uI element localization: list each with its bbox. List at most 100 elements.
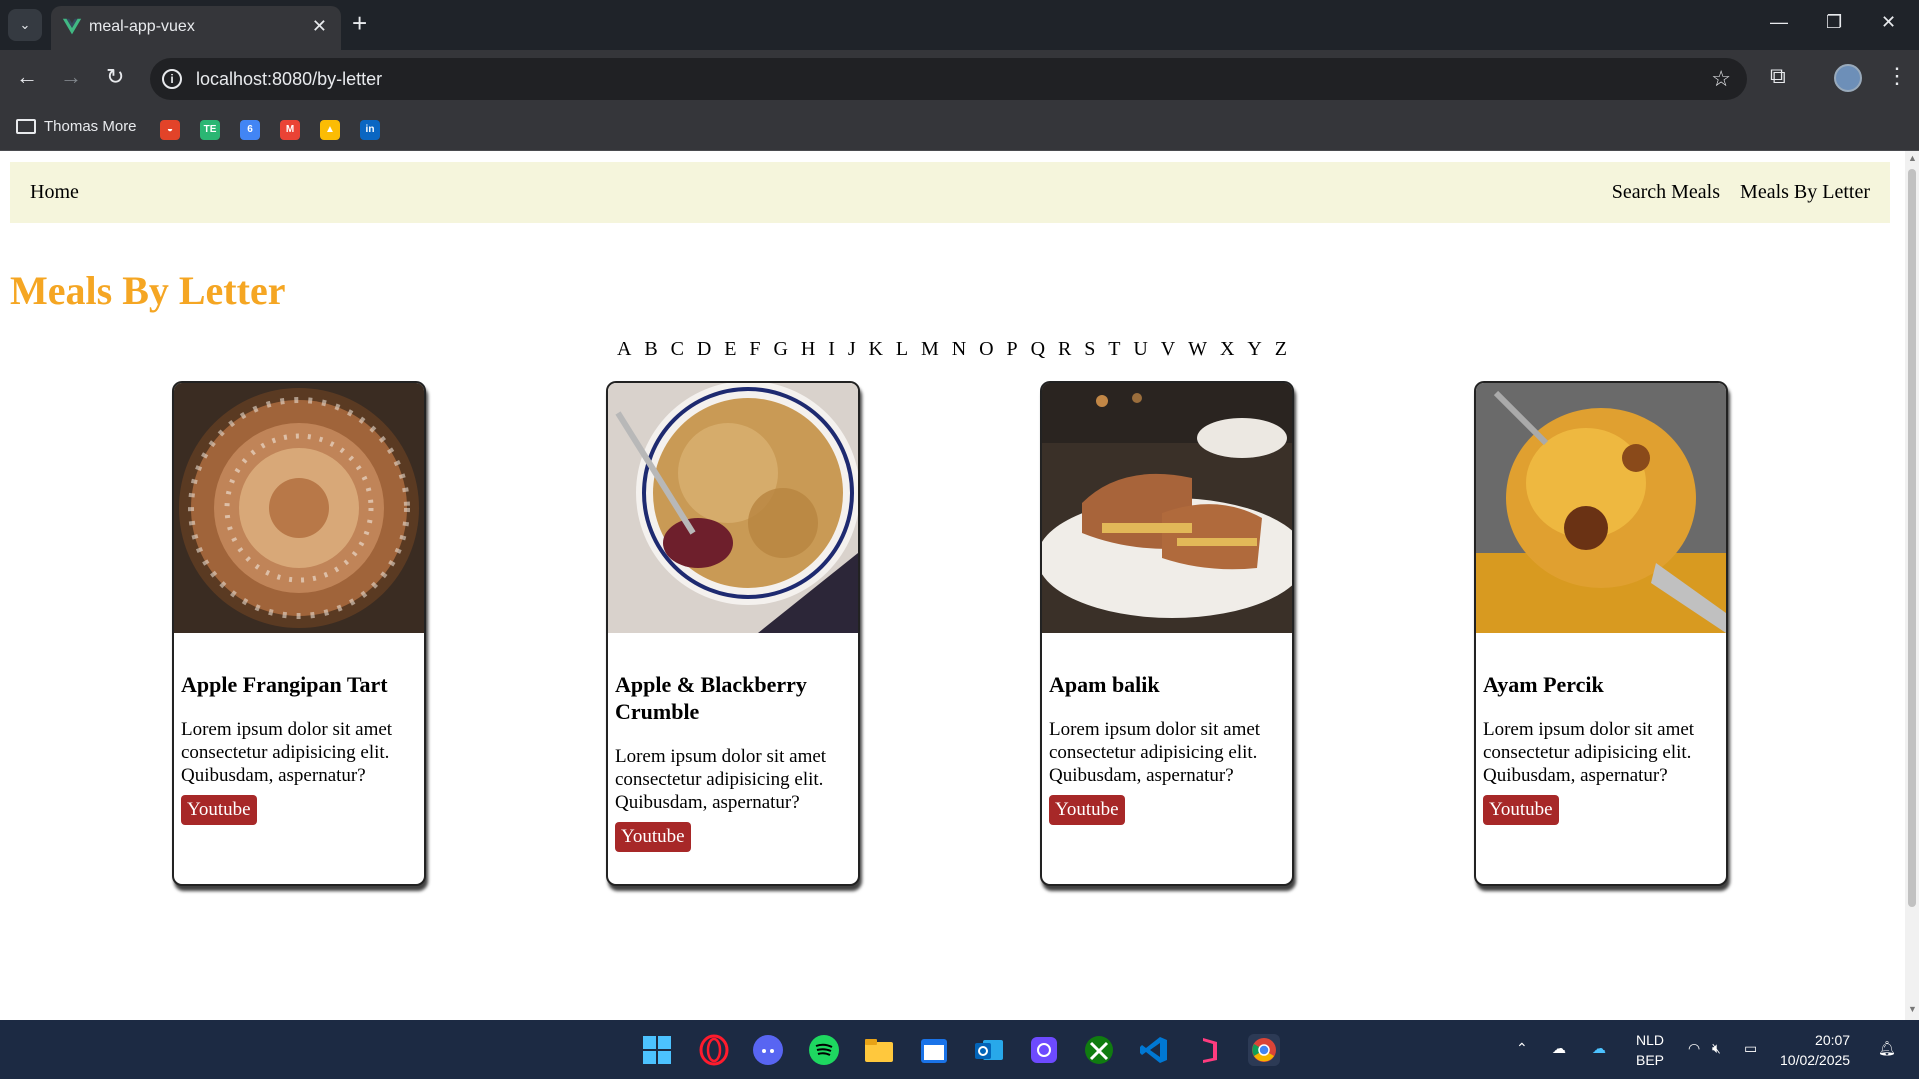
- restore-icon[interactable]: ❐: [1826, 12, 1842, 33]
- letter-link-f[interactable]: F: [749, 338, 760, 361]
- windows-taskbar: ⌃ ☁ ☁ NLD BEP ◠ 🔇︎ ▭ 20:07 10/02/2025 🔔︎: [0, 1020, 1919, 1079]
- tray-expand-chevron-icon[interactable]: ⌃: [1516, 1040, 1528, 1057]
- spotify-icon[interactable]: [808, 1034, 840, 1066]
- meal-thumbnail-image[interactable]: [608, 383, 858, 633]
- letter-link-k[interactable]: K: [869, 338, 883, 361]
- back-arrow-icon[interactable]: ←: [16, 64, 38, 90]
- calendar-bookmark-icon[interactable]: 6: [240, 120, 260, 140]
- meal-card-list: Apple Frangipan Tart Lorem ipsum dolor s…: [0, 381, 1905, 891]
- tab-title: meal-app-vuex: [89, 18, 195, 35]
- new-tab-plus-icon[interactable]: +: [352, 10, 367, 36]
- office-icon[interactable]: [1193, 1034, 1225, 1066]
- notification-bell-icon[interactable]: 🔔︎: [1878, 1040, 1896, 1057]
- tab-close-icon[interactable]: ✕: [312, 16, 327, 37]
- forward-arrow-icon[interactable]: →: [60, 64, 82, 90]
- letter-filter: ABCDEFGHIJKLMNOPQRSTUVWXYZ: [617, 338, 1287, 361]
- letter-link-w[interactable]: W: [1188, 338, 1207, 361]
- xbox-icon[interactable]: [1083, 1034, 1115, 1066]
- letter-link-d[interactable]: D: [697, 338, 711, 361]
- letter-link-m[interactable]: M: [921, 338, 939, 361]
- profile-avatar[interactable]: [1834, 64, 1862, 92]
- bookmark-star-icon[interactable]: ☆: [1711, 66, 1731, 92]
- youtube-button[interactable]: Youtube: [1483, 795, 1559, 825]
- clock-time: 20:07: [1815, 1032, 1851, 1048]
- gitlab-bookmark-icon[interactable]: ◒: [160, 120, 180, 140]
- youtube-button[interactable]: Youtube: [181, 795, 257, 825]
- address-bar[interactable]: i localhost:8080/by-letter ☆: [150, 58, 1747, 100]
- close-window-icon[interactable]: ✕: [1881, 12, 1896, 33]
- letter-link-q[interactable]: Q: [1031, 338, 1045, 361]
- gmail-bookmark-icon[interactable]: M: [280, 120, 300, 140]
- meal-thumbnail-image[interactable]: [174, 383, 424, 633]
- wifi-icon[interactable]: ◠: [1688, 1040, 1700, 1057]
- youtube-button[interactable]: Youtube: [1049, 795, 1125, 825]
- scroll-up-arrow-icon[interactable]: ▲: [1908, 153, 1917, 163]
- letter-link-b[interactable]: B: [644, 338, 657, 361]
- chrome-icon[interactable]: [1248, 1034, 1280, 1066]
- letter-link-u[interactable]: U: [1133, 338, 1147, 361]
- letter-link-c[interactable]: C: [671, 338, 684, 361]
- onedrive-business-icon[interactable]: ☁: [1592, 1040, 1606, 1057]
- meal-description: Lorem ipsum dolor sit amet consectetur a…: [1483, 719, 1695, 786]
- letter-link-a[interactable]: A: [617, 338, 631, 361]
- letter-link-s[interactable]: S: [1084, 338, 1095, 361]
- discord-icon[interactable]: [752, 1034, 784, 1066]
- letter-link-r[interactable]: R: [1058, 338, 1071, 361]
- letter-link-o[interactable]: O: [979, 338, 993, 361]
- meal-card: Apam balik Lorem ipsum dolor sit amet co…: [1040, 381, 1294, 886]
- chrome-menu-icon[interactable]: ⋮: [1886, 63, 1908, 89]
- outlook-icon[interactable]: [973, 1034, 1005, 1066]
- letter-link-v[interactable]: V: [1161, 338, 1175, 361]
- reload-icon[interactable]: ↻: [106, 64, 124, 90]
- browser-tab[interactable]: meal-app-vuex ✕: [51, 6, 341, 50]
- windows-start-icon[interactable]: [641, 1034, 673, 1066]
- keyboard-layout: BEP: [1636, 1052, 1665, 1068]
- meal-name: Ayam Percik: [1483, 672, 1604, 697]
- url-text[interactable]: localhost:8080/by-letter: [196, 69, 382, 90]
- meal-thumbnail-image[interactable]: [1042, 383, 1292, 633]
- te-bookmark-icon[interactable]: TE: [200, 120, 220, 140]
- vscode-icon[interactable]: [1138, 1034, 1170, 1066]
- nav-meals-by-letter-link[interactable]: Meals By Letter: [1740, 181, 1870, 204]
- youtube-button[interactable]: Youtube: [615, 822, 691, 852]
- letter-link-l[interactable]: L: [896, 338, 908, 361]
- meal-card: Ayam Percik Lorem ipsum dolor sit amet c…: [1474, 381, 1728, 886]
- tab-search-chevron-icon[interactable]: ⌄: [8, 9, 42, 41]
- minimize-icon[interactable]: —: [1770, 12, 1788, 33]
- meal-name: Apple & Blackberry Crumble: [615, 672, 807, 724]
- letter-link-i[interactable]: I: [828, 338, 835, 361]
- file-explorer-icon[interactable]: [863, 1034, 895, 1066]
- letter-link-z[interactable]: Z: [1275, 338, 1287, 361]
- letter-link-x[interactable]: X: [1220, 338, 1234, 361]
- onedrive-cloud-icon[interactable]: ☁: [1552, 1040, 1566, 1057]
- drive-bookmark-icon[interactable]: ▲: [320, 120, 340, 140]
- site-info-icon[interactable]: i: [162, 69, 182, 89]
- extensions-puzzle-icon[interactable]: ⧉: [1770, 63, 1786, 89]
- letter-link-j[interactable]: J: [848, 338, 856, 361]
- volume-muted-icon[interactable]: 🔇︎: [1712, 1040, 1721, 1057]
- battery-icon[interactable]: ▭: [1744, 1040, 1757, 1057]
- letter-link-t[interactable]: T: [1108, 338, 1120, 361]
- page-scrollbar[interactable]: ▲ ▼: [1905, 151, 1919, 1020]
- nav-home-link[interactable]: Home: [30, 181, 79, 204]
- letter-link-g[interactable]: G: [773, 338, 787, 361]
- system-clock[interactable]: 20:07 10/02/2025: [1780, 1030, 1850, 1070]
- nav-search-meals-link[interactable]: Search Meals: [1612, 181, 1720, 204]
- letter-link-y[interactable]: Y: [1247, 338, 1261, 361]
- letter-link-h[interactable]: H: [801, 338, 815, 361]
- proton-icon[interactable]: [1028, 1034, 1060, 1066]
- opera-icon[interactable]: [698, 1034, 730, 1066]
- input-language[interactable]: NLD BEP: [1636, 1030, 1664, 1070]
- meal-thumbnail-image[interactable]: [1476, 383, 1726, 633]
- bookmark-folder-label: Thomas More: [44, 118, 137, 135]
- scroll-down-arrow-icon[interactable]: ▼: [1908, 1004, 1917, 1014]
- scrollbar-thumb[interactable]: [1908, 169, 1916, 907]
- app-navbar: Home Search Meals Meals By Letter: [10, 162, 1890, 223]
- calendar-app-icon[interactable]: [918, 1034, 950, 1066]
- letter-link-p[interactable]: P: [1007, 338, 1018, 361]
- letter-link-e[interactable]: E: [724, 338, 736, 361]
- bookmark-folder[interactable]: Thomas More: [16, 118, 137, 135]
- letter-link-n[interactable]: N: [952, 338, 966, 361]
- meal-name: Apple Frangipan Tart: [181, 672, 388, 697]
- linkedin-bookmark-icon[interactable]: in: [360, 120, 380, 140]
